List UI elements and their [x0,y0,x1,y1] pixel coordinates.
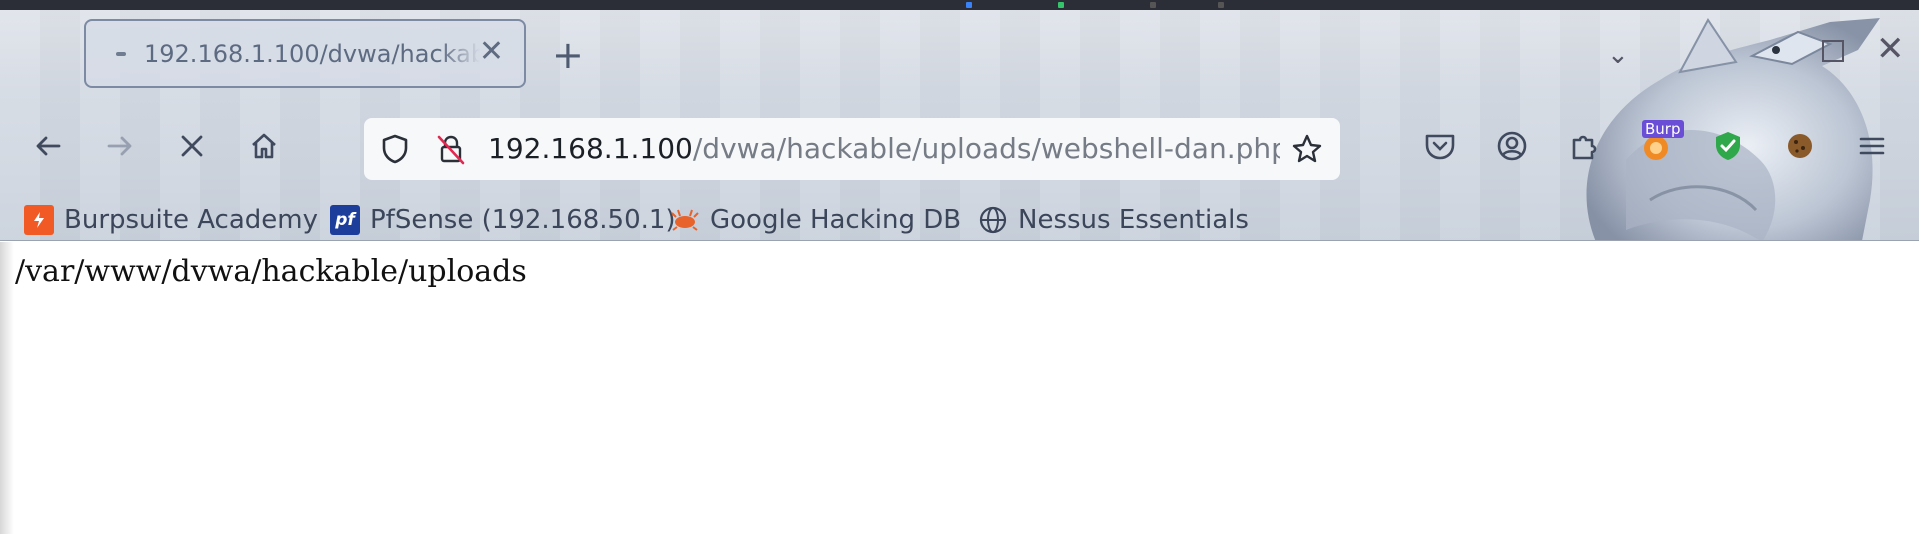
forward-button[interactable] [100,126,140,166]
burp-badge: Burp [1642,120,1684,138]
bookmark-label: Nessus Essentials [1018,205,1249,235]
indicator-dark [1150,2,1156,8]
pocket-button[interactable] [1422,128,1462,168]
page-edge-shadow [0,242,14,534]
cookie-icon [1788,134,1812,158]
burp-icon [24,205,54,235]
bookmark-pfsense[interactable]: pf PfSense (192.168.50.1) [330,202,676,238]
cookie-extension-button[interactable] [1782,128,1822,168]
new-tab-button[interactable]: + [552,36,584,74]
bookmark-nessus-essentials[interactable]: Nessus Essentials [978,202,1249,238]
pocket-icon [1425,134,1455,160]
bookmark-label: PfSense (192.168.50.1) [370,205,676,235]
list-all-tabs-icon[interactable]: ⌄ [1607,40,1629,70]
hamburger-menu-icon [1859,137,1885,155]
pfsense-icon: pf [330,205,360,235]
system-top-bar [0,0,1919,10]
bookmark-label: Google Hacking DB [710,205,962,235]
account-button[interactable] [1494,128,1534,168]
bookmark-google-hacking-db[interactable]: Google Hacking DB [670,202,961,238]
tracking-shield-icon[interactable] [378,132,412,166]
indicator-dark-2 [1218,2,1224,8]
green-shield-icon [1716,132,1740,160]
arrow-right-icon [107,136,132,156]
url-text[interactable]: 192.168.1.100/dvwa/hackable/uploads/webs… [488,132,1280,165]
window-close-icon[interactable]: ✕ [1876,32,1905,66]
insecure-lock-icon[interactable] [434,132,468,166]
loading-indicator [116,51,126,56]
extensions-button[interactable] [1566,128,1606,168]
command-output: /var/www/dvwa/hackable/uploads [15,254,527,289]
tab-title: 192.168.1.100/dvwa/hackable/uploads/webs… [144,39,480,68]
arrow-left-icon [36,136,61,156]
burp-extension-button[interactable]: Burp [1638,120,1684,168]
stop-button[interactable] [172,126,212,166]
indicator-blue [966,2,972,8]
indicator-green [1058,2,1064,8]
bookmark-burpsuite-academy[interactable]: Burpsuite Academy [24,202,318,238]
puzzle-icon [1572,135,1597,160]
maximize-icon[interactable] [1822,40,1844,62]
shield-extension-button[interactable] [1710,128,1750,168]
stop-x-icon [181,135,203,157]
back-button[interactable] [28,126,68,166]
home-icon [252,133,276,159]
url-host: 192.168.1.100 [488,132,693,165]
exploit-db-icon [670,205,700,235]
address-bar[interactable]: 192.168.1.100/dvwa/hackable/uploads/webs… [364,118,1340,180]
account-icon [1497,131,1527,161]
page-content: /var/www/dvwa/hackable/uploads [0,242,1919,534]
tab-close-icon[interactable]: ✕ [479,37,504,67]
fox-theme-artwork [1586,18,1880,240]
bookmark-star-icon[interactable] [1290,132,1324,166]
home-button[interactable] [244,126,284,166]
bookmark-label: Burpsuite Academy [64,205,318,235]
app-menu-button[interactable] [1854,128,1894,168]
active-tab[interactable]: 192.168.1.100/dvwa/hackable/uploads/webs… [84,19,526,88]
globe-icon [978,205,1008,235]
url-path: /dvwa/hackable/uploads/webshell-dan.php?… [692,132,1280,165]
browser-chrome: 192.168.1.100/dvwa/hackable/uploads/webs… [0,10,1919,241]
